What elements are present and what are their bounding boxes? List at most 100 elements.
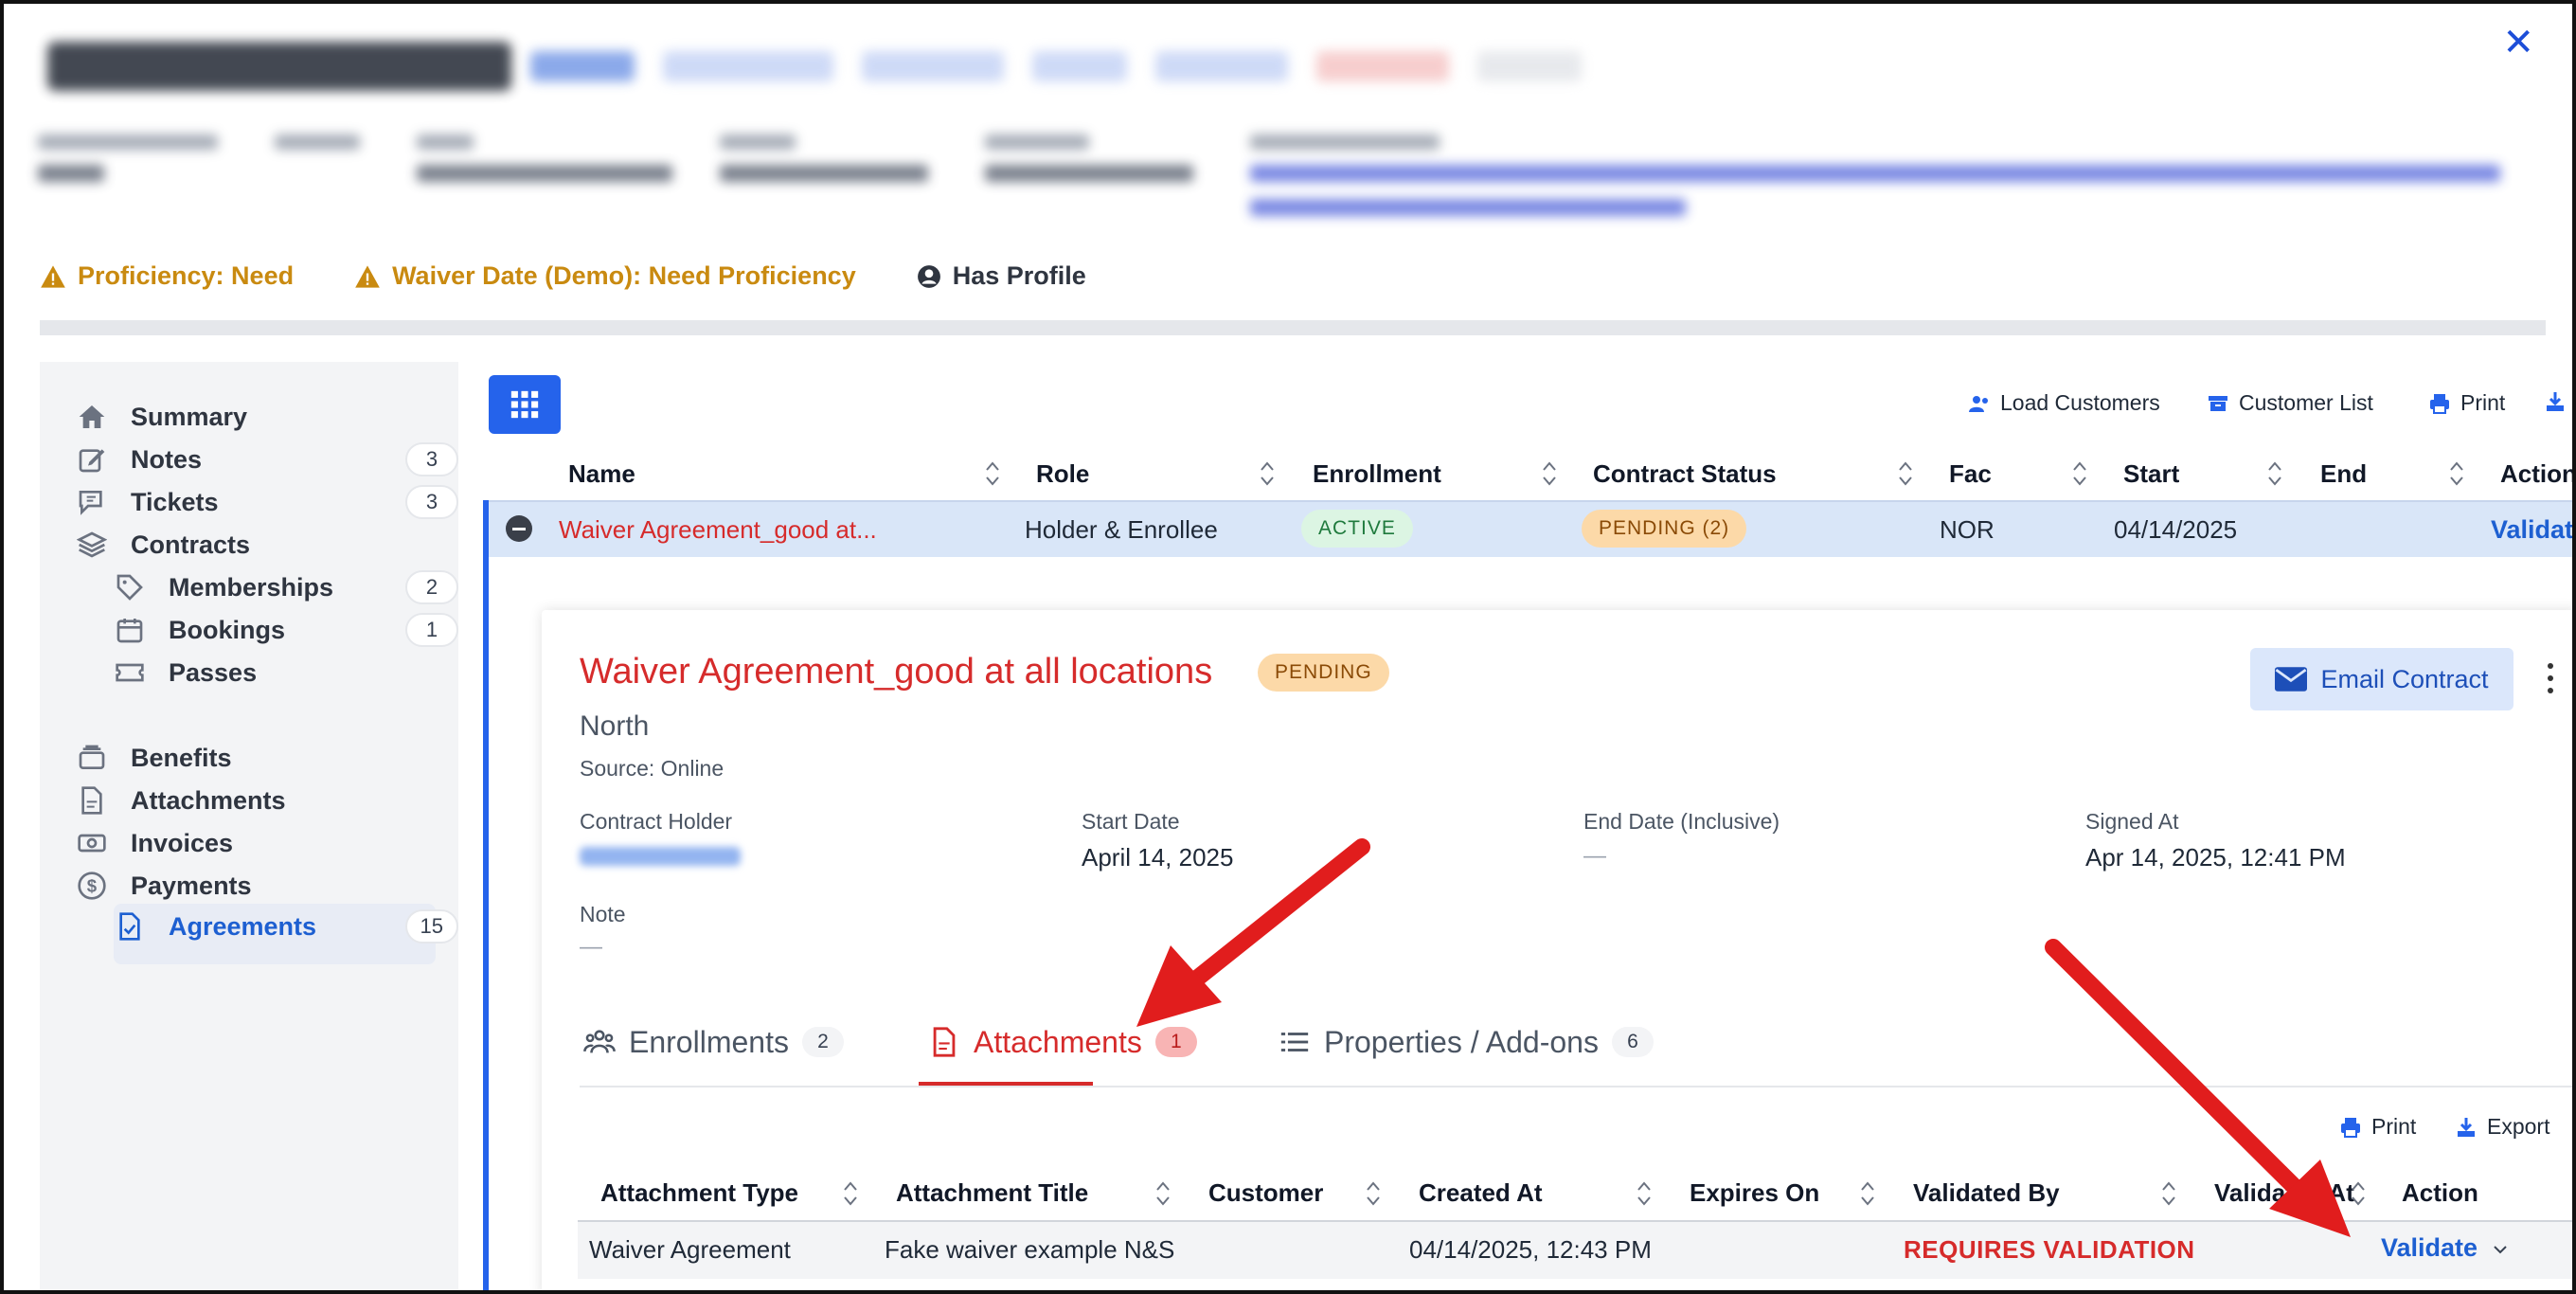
att-column-title[interactable]: Attachment Title: [896, 1178, 1088, 1208]
export-button-partial[interactable]: [2544, 390, 2567, 413]
layers-icon: [76, 529, 108, 561]
row-validate-link[interactable]: Validat: [2491, 515, 2572, 545]
tickets-count-badge: 3: [405, 485, 458, 519]
dollar-circle-icon: $: [76, 870, 108, 902]
email-contract-button[interactable]: Email Contract: [2250, 648, 2513, 710]
attachment-title[interactable]: Fake waiver example N&S: [885, 1235, 1174, 1265]
print-button[interactable]: Print: [2428, 390, 2505, 416]
sort-icon[interactable]: [2447, 457, 2466, 491]
tabs-divider: [580, 1086, 2572, 1087]
tab-enrollments[interactable]: Enrollments 2: [583, 1015, 844, 1069]
column-role[interactable]: Role: [1036, 457, 1089, 491]
user-circle-icon: [917, 264, 940, 288]
customer-list-button[interactable]: Customer List: [2207, 390, 2373, 416]
active-tab-indicator: [919, 1082, 1093, 1086]
att-column-action: Action: [2402, 1178, 2478, 1207]
column-start[interactable]: Start: [2123, 457, 2179, 491]
printer-icon: [2341, 1117, 2360, 1138]
sidebar: Summary Notes 3 Tickets 3 Contracts Memb…: [40, 362, 458, 1290]
home-icon: [76, 401, 108, 433]
attachment-type: Waiver Agreement: [589, 1235, 791, 1264]
sort-icon[interactable]: [2159, 1177, 2178, 1211]
sidebar-item-payments[interactable]: $ Payments: [76, 857, 422, 914]
enrollment-badge: ACTIVE: [1301, 510, 1413, 548]
load-customers-button[interactable]: Load Customers: [1968, 390, 2160, 416]
agreements-count-badge: 15: [404, 909, 458, 944]
sidebar-item-passes[interactable]: Passes: [114, 644, 458, 701]
collapse-icon[interactable]: [506, 515, 532, 542]
column-end[interactable]: End: [2320, 457, 2367, 491]
sort-icon[interactable]: [2349, 1177, 2368, 1211]
att-column-created-at[interactable]: Created At: [1419, 1178, 1543, 1208]
sort-icon[interactable]: [1540, 457, 1559, 491]
column-enrollment[interactable]: Enrollment: [1313, 457, 1441, 491]
document-icon: [933, 1027, 956, 1057]
row-start: 04/14/2025: [2114, 515, 2238, 544]
enrollments-count: 2: [801, 1027, 844, 1057]
warning-icon: [41, 264, 65, 288]
app-window: ✕ Proficiency: Need Waiver Date (Demo): …: [0, 0, 2576, 1294]
alert-has-profile: Has Profile: [917, 261, 1086, 291]
notes-count-badge: 3: [405, 442, 458, 476]
sort-icon[interactable]: [1258, 457, 1277, 491]
column-fac[interactable]: Fac: [1949, 457, 1992, 491]
sort-icon[interactable]: [2265, 457, 2284, 491]
sort-icon[interactable]: [983, 457, 1002, 491]
sort-icon[interactable]: [1154, 1177, 1172, 1211]
envelope-icon: [2275, 667, 2308, 692]
attachments-print-button[interactable]: Print: [2339, 1114, 2416, 1140]
att-column-expires-on[interactable]: Expires On: [1690, 1178, 1819, 1208]
column-name[interactable]: Name: [568, 457, 635, 491]
row-fac: NOR: [1940, 515, 1995, 544]
sort-icon[interactable]: [1635, 1177, 1654, 1211]
note-value: —: [580, 934, 602, 960]
svg-text:$: $: [87, 876, 98, 896]
tab-properties-addons[interactable]: Properties / Add-ons 6: [1279, 1015, 1654, 1069]
blurred-customer-header: [38, 32, 2519, 231]
tab-attachments[interactable]: Attachments 1: [928, 1015, 1197, 1069]
validate-button[interactable]: Validate: [2381, 1233, 2510, 1263]
contract-location: North: [580, 710, 650, 742]
chat-icon: [76, 486, 108, 518]
att-column-customer[interactable]: Customer: [1208, 1178, 1323, 1208]
archive-icon: [76, 742, 108, 774]
close-icon[interactable]: ✕: [2502, 21, 2534, 64]
sort-icon[interactable]: [841, 1177, 860, 1211]
more-options-icon[interactable]: [2548, 663, 2553, 693]
document-check-icon: [114, 910, 146, 943]
download-icon: [2547, 392, 2564, 411]
requires-validation-status: REQUIRES VALIDATION: [1904, 1235, 2195, 1264]
sort-icon[interactable]: [1896, 457, 1915, 491]
tag-icon: [114, 571, 146, 603]
users-icon: [1969, 395, 1988, 412]
document-icon: [76, 784, 108, 817]
att-column-type[interactable]: Attachment Type: [600, 1178, 798, 1208]
end-date-value: —: [1583, 843, 1606, 869]
grid-icon: [510, 390, 539, 419]
sort-icon[interactable]: [1858, 1177, 1877, 1211]
sort-icon[interactable]: [2070, 457, 2089, 491]
start-date-value: April 14, 2025: [1082, 843, 1234, 872]
warning-icon: [355, 264, 380, 288]
contract-holder-label: Contract Holder: [580, 809, 733, 834]
att-column-validated-at[interactable]: Validated At: [2214, 1178, 2354, 1208]
sort-icon[interactable]: [1364, 1177, 1383, 1211]
printer-icon: [2430, 393, 2449, 414]
alert-waiver-date: Waiver Date (Demo): Need Proficiency: [354, 261, 856, 291]
chevron-down-icon: [2493, 1246, 2507, 1254]
download-icon: [2458, 1117, 2475, 1137]
grid-view-button[interactable]: [489, 375, 561, 434]
note-label: Note: [580, 902, 626, 926]
contract-source: Source: Online: [580, 756, 724, 781]
row-name[interactable]: Waiver Agreement_good at...: [559, 515, 877, 545]
contract-status-badge: PENDING: [1258, 654, 1389, 692]
end-date-label: End Date (Inclusive): [1583, 809, 1780, 834]
contract-holder-value-redacted[interactable]: [580, 847, 741, 866]
properties-count: 6: [1611, 1027, 1654, 1057]
signed-at-label: Signed At: [2085, 809, 2179, 834]
column-contract-status[interactable]: Contract Status: [1593, 457, 1777, 491]
attachments-export-button[interactable]: Export: [2455, 1114, 2549, 1140]
att-column-validated-by[interactable]: Validated By: [1913, 1178, 2060, 1208]
memberships-count-badge: 2: [405, 570, 458, 604]
contract-status-badge: PENDING (2): [1582, 510, 1747, 548]
